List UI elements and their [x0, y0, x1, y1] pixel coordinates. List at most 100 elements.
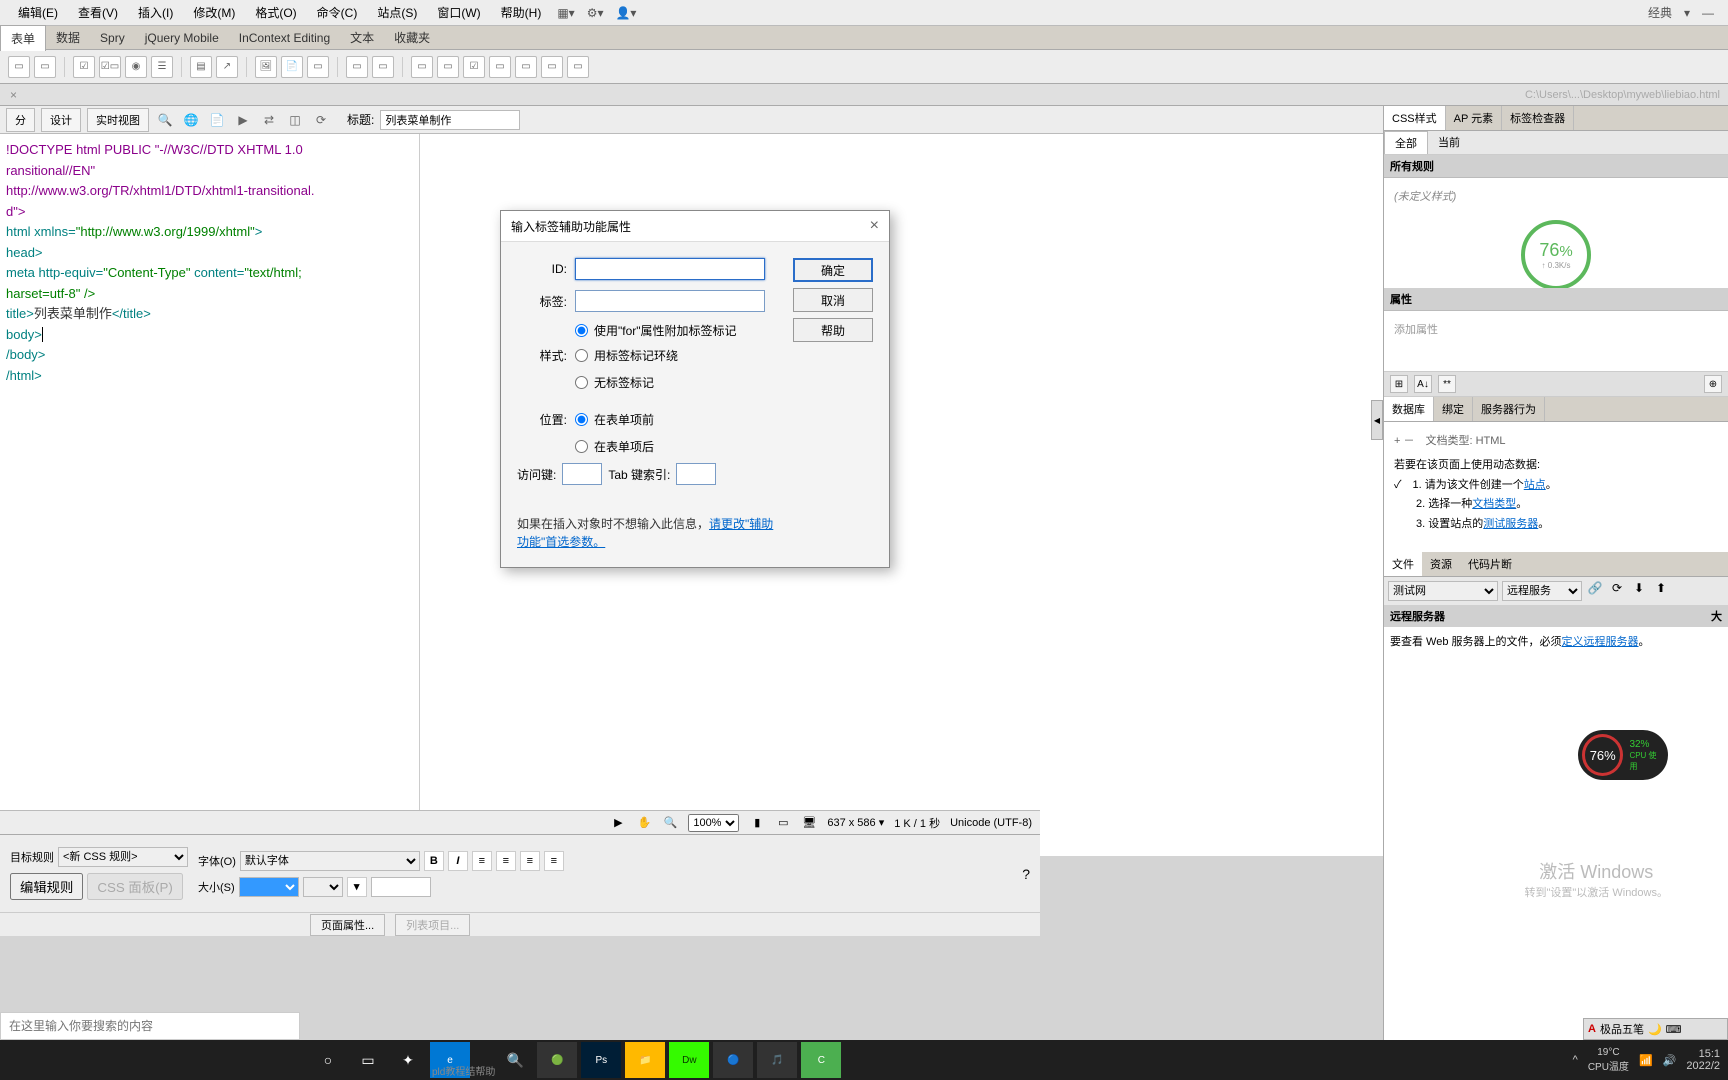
network-icon[interactable]: 📶: [1639, 1054, 1653, 1067]
clock-time[interactable]: 15:1: [1686, 1048, 1720, 1060]
site-link[interactable]: 站点: [1524, 479, 1546, 491]
menu-edit[interactable]: 编辑(E): [8, 0, 68, 25]
font-select[interactable]: 默认字体: [240, 851, 420, 871]
select-tool-icon[interactable]: ▶: [610, 815, 626, 831]
ok-button[interactable]: 确定: [793, 258, 873, 282]
connect-icon[interactable]: 🔗: [1586, 581, 1604, 601]
ime-icon[interactable]: A: [1588, 1023, 1596, 1035]
file-mgmt-icon[interactable]: 📄: [207, 110, 227, 130]
select-icon[interactable]: ▤: [190, 56, 212, 78]
user-icon[interactable]: 👤▾: [609, 6, 642, 20]
os-search-bar[interactable]: [0, 1012, 300, 1040]
position-radio-after[interactable]: [575, 440, 588, 453]
checkbox-icon[interactable]: ☑: [73, 56, 95, 78]
bold-button[interactable]: B: [424, 851, 444, 871]
size-unit-select[interactable]: [303, 877, 343, 897]
button-icon[interactable]: ▭: [307, 56, 329, 78]
align-left-button[interactable]: ≡: [472, 851, 492, 871]
list-item-button[interactable]: 列表项目...: [395, 914, 470, 936]
design-view-button[interactable]: 设计: [41, 108, 81, 132]
tab-spry[interactable]: Spry: [90, 27, 135, 49]
color-hex-input[interactable]: [371, 877, 431, 897]
jumpmenu-icon[interactable]: ↗: [216, 56, 238, 78]
style-radio-none[interactable]: [575, 376, 588, 389]
position-radio-before[interactable]: [575, 413, 588, 426]
split-view-button[interactable]: 分: [6, 108, 35, 132]
label-input[interactable]: [575, 290, 765, 312]
tray-chevron-icon[interactable]: ^: [1573, 1054, 1578, 1066]
document-title-input[interactable]: [380, 110, 520, 130]
tab-data[interactable]: 数据: [46, 25, 90, 50]
color-picker-button[interactable]: ▾: [347, 877, 367, 897]
tab-bindings[interactable]: 绑定: [1434, 397, 1473, 421]
refresh-files-icon[interactable]: ⟳: [1608, 581, 1626, 601]
live-view-button[interactable]: 实时视图: [87, 108, 149, 132]
tab-database[interactable]: 数据库: [1384, 397, 1434, 421]
browser-app[interactable]: 🔵: [713, 1042, 753, 1078]
put-icon[interactable]: ⬆: [1652, 581, 1670, 601]
task-view-icon[interactable]: ▭: [350, 1042, 386, 1078]
checkboxgroup-icon[interactable]: ☑▭: [99, 56, 121, 78]
tab-assets[interactable]: 资源: [1422, 552, 1460, 576]
get-icon[interactable]: ⬇: [1630, 581, 1648, 601]
textfield-icon[interactable]: ▭: [34, 56, 56, 78]
spry-radio-icon[interactable]: ▭: [567, 56, 589, 78]
tab-jquery[interactable]: jQuery Mobile: [135, 27, 229, 49]
target-rule-select[interactable]: <新 CSS 规则>: [58, 847, 188, 867]
ime-moon-icon[interactable]: 🌙: [1648, 1023, 1662, 1036]
photoshop-app[interactable]: Ps: [581, 1042, 621, 1078]
fieldset-icon[interactable]: ▭: [372, 56, 394, 78]
start-icon[interactable]: ○: [310, 1042, 346, 1078]
menu-view[interactable]: 查看(V): [68, 0, 128, 25]
music-app[interactable]: 🎵: [757, 1042, 797, 1078]
hand-tool-icon[interactable]: ✋: [636, 815, 652, 831]
radiogroup-icon[interactable]: ☰: [151, 56, 173, 78]
copilot-icon[interactable]: ✦: [390, 1042, 426, 1078]
label-icon[interactable]: ▭: [346, 56, 368, 78]
camtasia-app[interactable]: C: [801, 1042, 841, 1078]
show-set-icon[interactable]: **: [1438, 375, 1456, 393]
spry-confirm-icon[interactable]: ▭: [541, 56, 563, 78]
tab-tag-inspector[interactable]: 标签检查器: [1502, 106, 1574, 130]
tab-incontext[interactable]: InContext Editing: [229, 27, 340, 49]
css-panel-button[interactable]: CSS 面板(P): [87, 873, 183, 900]
device-tablet-icon[interactable]: ▭: [775, 815, 791, 831]
tab-snippets[interactable]: 代码片断: [1460, 552, 1520, 576]
italic-button[interactable]: I: [448, 851, 468, 871]
cancel-button[interactable]: 取消: [793, 288, 873, 312]
tab-files[interactable]: 文件: [1384, 552, 1422, 576]
search-taskbar-icon[interactable]: 🔍: [497, 1042, 533, 1078]
globe-icon[interactable]: 🌐: [181, 110, 201, 130]
menu-format[interactable]: 格式(O): [245, 0, 306, 25]
style-radio-for[interactable]: [575, 324, 588, 337]
tab-css-styles[interactable]: CSS样式: [1384, 106, 1446, 130]
view-select[interactable]: 远程服务: [1502, 581, 1582, 601]
css-current-tab[interactable]: 当前: [1428, 131, 1470, 154]
spry-textarea-icon[interactable]: ▭: [437, 56, 459, 78]
help-icon[interactable]: ?: [1022, 866, 1030, 882]
image-icon[interactable]: 🖼: [255, 56, 277, 78]
ime-bar[interactable]: A 极品五笔 🌙 ⌨: [1583, 1018, 1728, 1040]
css-all-tab[interactable]: 全部: [1384, 131, 1428, 154]
show-category-icon[interactable]: ⊞: [1390, 375, 1408, 393]
zoom-tool-icon[interactable]: 🔍: [662, 815, 678, 831]
gear-icon[interactable]: ⚙▾: [581, 6, 610, 20]
menu-site[interactable]: 站点(S): [367, 0, 427, 25]
preview-icon[interactable]: ▶: [233, 110, 253, 130]
inspect-icon[interactable]: 🔍: [155, 110, 175, 130]
close-icon[interactable]: ×: [870, 217, 879, 235]
access-key-input[interactable]: [562, 463, 602, 485]
id-input[interactable]: [575, 258, 765, 280]
size-select[interactable]: [239, 877, 299, 897]
doctype-link[interactable]: 文档类型: [1472, 498, 1516, 510]
site-select[interactable]: 测试网: [1388, 581, 1498, 601]
style-radio-wrap[interactable]: [575, 349, 588, 362]
tab-server-behaviors[interactable]: 服务器行为: [1473, 397, 1545, 421]
collapse-panels-button[interactable]: ◀: [1371, 400, 1383, 440]
testserver-link[interactable]: 测试服务器: [1483, 518, 1538, 530]
close-tab-icon[interactable]: ×: [10, 88, 17, 102]
chrome-app[interactable]: 🟢: [537, 1042, 577, 1078]
tab-form[interactable]: 表单: [0, 25, 46, 51]
form-icon[interactable]: ▭: [8, 56, 30, 78]
help-button[interactable]: 帮助: [793, 318, 873, 342]
